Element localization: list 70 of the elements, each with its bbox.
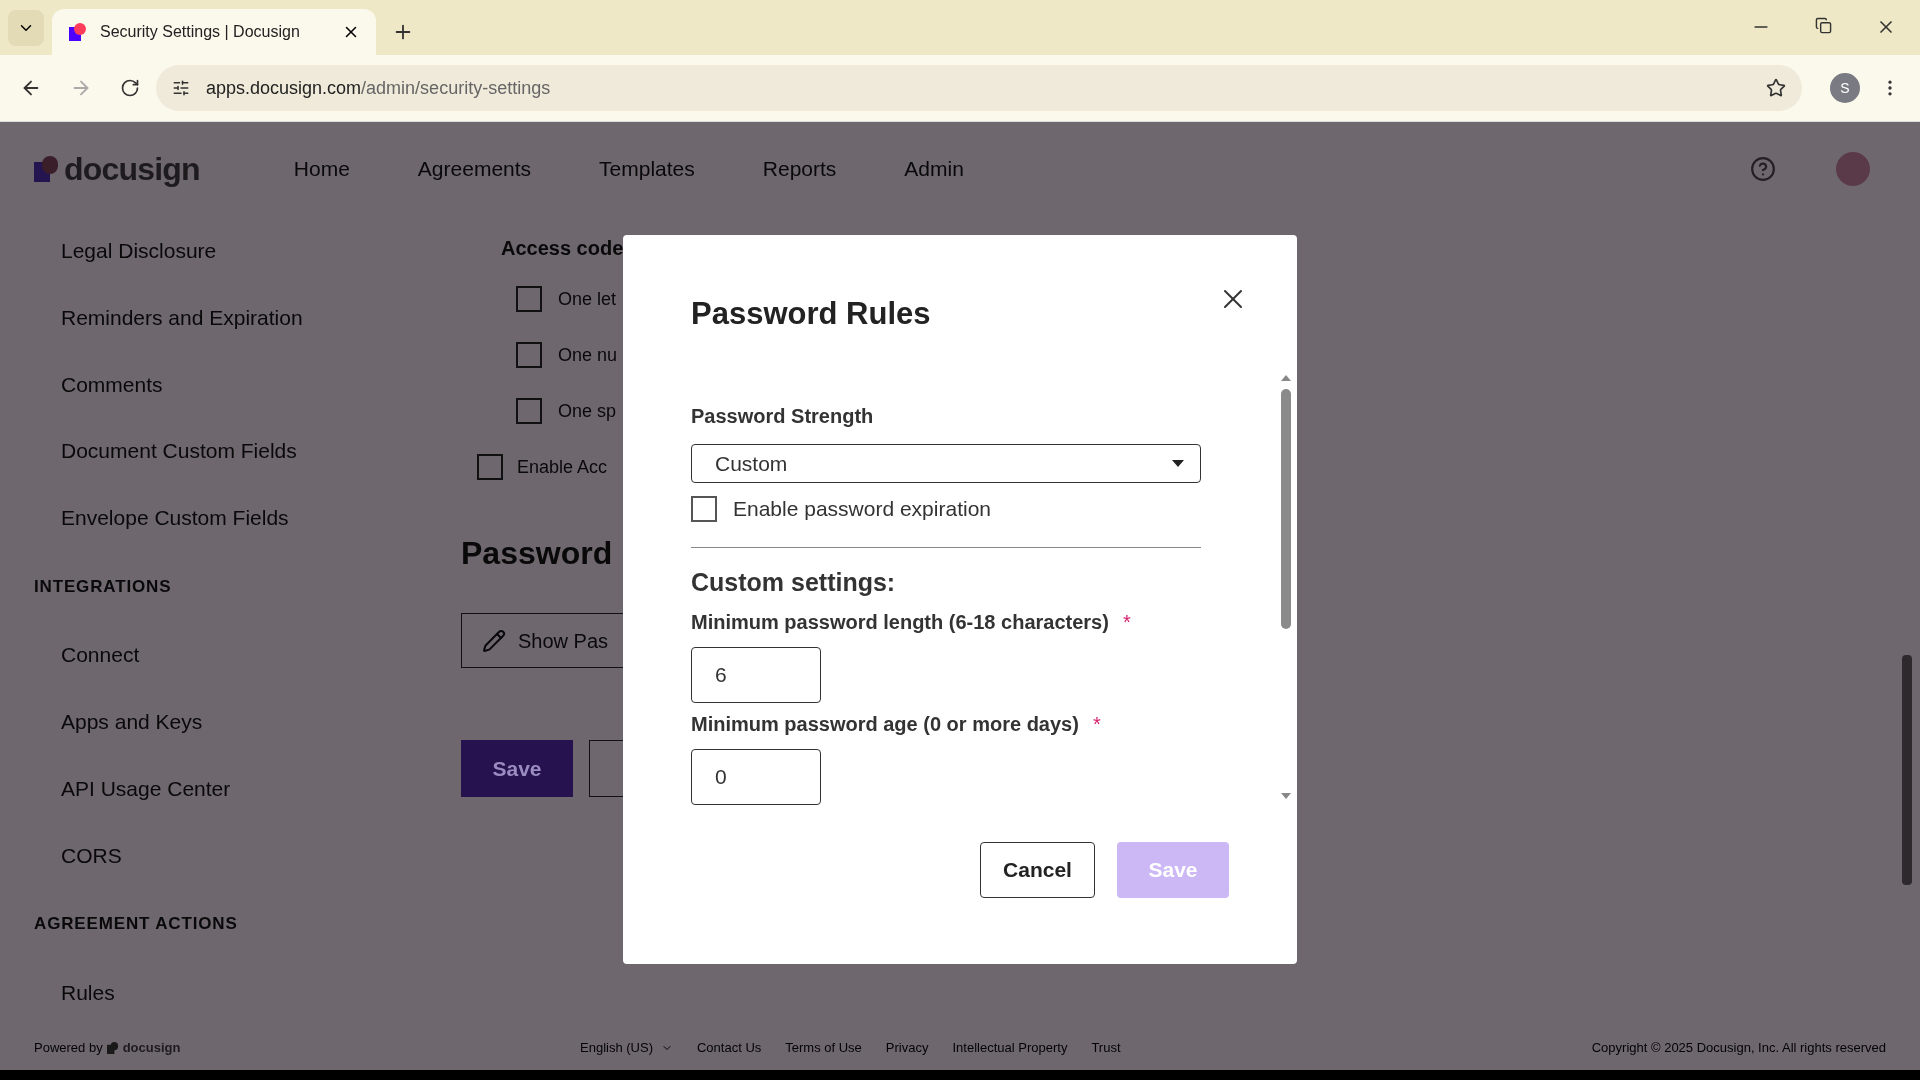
caret-icon — [1172, 460, 1184, 467]
checkbox-label: One nu — [558, 343, 618, 367]
dialog-title: Password Rules — [691, 295, 932, 333]
site-info-icon[interactable] — [172, 79, 190, 97]
scrollbar-thumb[interactable] — [1281, 389, 1291, 629]
address-bar[interactable]: apps.docusign.com/admin/security-settings — [156, 65, 1802, 111]
help-icon[interactable] — [1750, 155, 1776, 182]
section-label: Access code — [501, 236, 624, 261]
footer-link[interactable]: Contact Us — [696, 1038, 762, 1058]
footer-link[interactable]: Trust — [1091, 1038, 1121, 1058]
language-selector[interactable]: English (US) — [580, 1038, 673, 1058]
sidebar-item[interactable]: Apps and Keys — [34, 688, 400, 756]
footer-link[interactable]: Privacy — [885, 1038, 929, 1058]
footer-link[interactable]: Intellectual Property — [952, 1038, 1068, 1058]
restore-icon[interactable] — [1815, 17, 1832, 34]
scroll-up-icon[interactable] — [1281, 375, 1291, 381]
powered-by-text: Powered by — [34, 1039, 103, 1058]
nav-link[interactable]: Home — [293, 152, 350, 185]
nav-link[interactable]: Templates — [599, 152, 695, 185]
nav-link[interactable]: Agreements — [417, 152, 532, 185]
sidebar-item[interactable]: Reminders and Expiration — [34, 283, 400, 351]
field-label: Password Strength — [691, 404, 875, 429]
pencil-icon — [482, 628, 506, 653]
sidebar-section-heading: AGREEMENT ACTIONS — [34, 913, 239, 936]
logo-text: docusign — [64, 149, 200, 189]
footer-link[interactable]: Terms of Use — [785, 1038, 862, 1058]
number-input[interactable]: 0 — [691, 749, 821, 805]
favicon-icon — [68, 22, 88, 42]
sidebar-item[interactable]: Connect — [34, 621, 400, 689]
password-strength-select[interactable]: Custom — [691, 444, 1201, 483]
sidebar-item[interactable]: CORS — [34, 822, 400, 890]
checkbox-label: Enable Acc — [517, 455, 608, 479]
sidebar-item[interactable]: Envelope Custom Fields — [34, 484, 400, 552]
checkbox[interactable] — [691, 495, 717, 522]
number-input[interactable]: 6 — [691, 647, 821, 703]
sidebar-item[interactable]: Rules — [34, 959, 400, 1027]
nav-link[interactable]: Admin — [904, 152, 964, 185]
reload-icon[interactable] — [120, 78, 140, 98]
sidebar-item[interactable]: Comments — [34, 350, 400, 418]
tab-title: Security Settings | Docusign — [100, 22, 301, 42]
scroll-down-icon[interactable] — [1281, 793, 1291, 799]
copyright-text: Copyright © 2025 Docusign, Inc. All rights reserved — [1591, 1039, 1886, 1058]
field-label: Minimum password length (6-18 characters) — [691, 610, 1109, 635]
checkbox-label: Enable password expiration — [733, 496, 991, 522]
save-button[interactable]: Save — [461, 740, 573, 797]
required-mark: * — [1122, 610, 1131, 635]
checkbox[interactable] — [516, 398, 542, 424]
scrollbar-thumb[interactable] — [1902, 655, 1912, 885]
nav-link[interactable]: Reports — [762, 152, 837, 185]
logo-icon — [34, 155, 60, 182]
checkbox[interactable] — [477, 454, 503, 480]
sidebar-section-heading: INTEGRATIONS — [34, 575, 173, 598]
profile-avatar[interactable]: S — [1830, 73, 1860, 103]
browser-tab[interactable]: Security Settings | Docusign — [52, 9, 376, 55]
field-label: Minimum password age (0 or more days) — [691, 712, 1079, 737]
logo-text: docusign — [122, 1039, 181, 1058]
section-heading: Password — [461, 534, 613, 573]
checkbox-label: One sp — [558, 399, 617, 423]
checkbox-label: One let — [558, 287, 617, 311]
url-text: apps.docusign.com/admin/security-settings — [206, 76, 552, 100]
sidebar-item[interactable]: API Usage Center — [34, 755, 400, 823]
bookmark-star-icon[interactable] — [1766, 78, 1786, 98]
logo-icon — [106, 1042, 119, 1054]
required-mark: * — [1092, 712, 1101, 737]
sidebar-item[interactable]: Document Custom Fields — [34, 417, 400, 485]
sidebar-item[interactable]: Legal Disclosure — [34, 217, 400, 284]
section-heading: Custom settings: — [691, 566, 897, 598]
checkbox[interactable] — [516, 342, 542, 368]
cancel-button[interactable]: Cancel — [980, 842, 1095, 898]
checkbox[interactable] — [516, 286, 542, 312]
